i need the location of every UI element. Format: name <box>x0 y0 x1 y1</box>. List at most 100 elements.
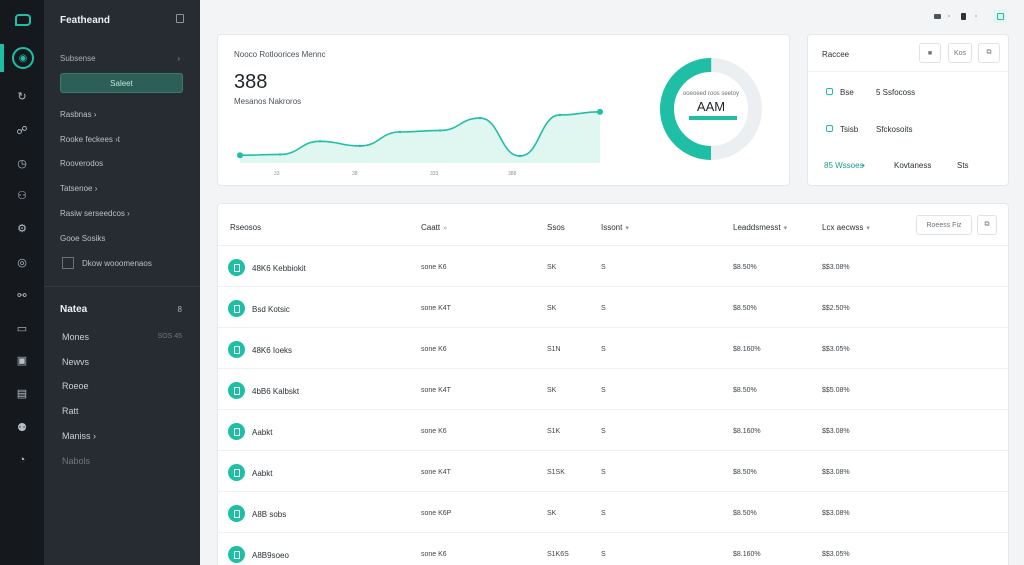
cell-a: $8.160% <box>733 346 761 353</box>
chart-area <box>240 111 600 163</box>
cell-a: $8.50% <box>733 387 757 394</box>
cell-status: S <box>601 305 606 312</box>
item-avatar-icon <box>228 505 245 522</box>
chart-icon[interactable]: ◔ <box>14 452 30 468</box>
cell-a: $8.160% <box>733 428 761 435</box>
cell-b: $$5.08% <box>822 387 850 394</box>
chevron-right-icon[interactable]: › <box>177 54 180 63</box>
side-row-label: Tsisb <box>840 125 859 134</box>
column-header[interactable]: Lcx aecwss ▾ <box>822 223 870 232</box>
sidebar-subitem[interactable]: Roeoe <box>62 381 89 391</box>
chart-point <box>237 152 243 159</box>
cell-b: $$3.08% <box>822 510 850 517</box>
column-header[interactable]: Caatt» <box>421 223 447 232</box>
sidebar-subitem-meta: SOS 45 <box>157 333 182 340</box>
side-row-label: Bse <box>840 88 854 97</box>
column-header[interactable]: Issont ▾ <box>601 223 629 232</box>
cell-b: $$2.50% <box>822 305 850 312</box>
cell-b: $$3.08% <box>822 428 850 435</box>
divider <box>808 71 1008 72</box>
table-card: Rseosos Caatt» Ssos Issont ▾ Leaddsmesst ▾… <box>217 203 1009 565</box>
profile-icon[interactable] <box>993 9 1007 23</box>
separator-dot <box>975 15 977 17</box>
side-card-button[interactable]: Kos <box>948 43 972 63</box>
phone-icon[interactable] <box>956 9 970 23</box>
cell-a: $8.50% <box>733 510 757 517</box>
cell-status: S <box>601 346 606 353</box>
cell-size: S1K6S <box>547 551 569 558</box>
sidebar-subitem[interactable]: Ratt <box>62 406 79 416</box>
card-icon[interactable]: ▭ <box>14 320 30 336</box>
cell-date: sone K6 <box>421 428 447 435</box>
table-row[interactable]: 48K6 Kebbiokit sone K6 SK S $8.50% $$3.08% <box>218 246 1008 287</box>
side-card-title: Raccee <box>822 50 850 59</box>
table-row[interactable]: Bsd Kotsic sone K4T SK S $8.50% $$2.50% <box>218 287 1008 328</box>
item-avatar-icon <box>228 423 245 440</box>
chart-point <box>358 144 362 148</box>
column-header[interactable]: Ssos <box>547 223 565 232</box>
sidebar-item[interactable]: Tatsenoe › <box>60 184 97 193</box>
stop-button[interactable]: ■ <box>919 43 941 63</box>
item-avatar-icon <box>228 300 245 317</box>
table-row[interactable]: A8B sobs sone K6P SK S $8.50% $$3.08% <box>218 492 1008 533</box>
wallet-icon[interactable]: ▤ <box>14 385 30 401</box>
column-header[interactable]: Leaddsmesst ▾ <box>733 223 787 232</box>
cell-size: S1N <box>547 346 561 353</box>
team-icon[interactable]: ⚉ <box>14 419 30 435</box>
refresh-icon[interactable]: ↻ <box>14 88 30 104</box>
sidebar-item[interactable]: Rasbnas › <box>60 110 96 119</box>
cell-b: $$3.05% <box>822 346 850 353</box>
camera-icon[interactable] <box>930 9 944 23</box>
sidebar-item[interactable]: Rasiw serseedcos › <box>60 209 130 218</box>
column-header[interactable]: Rseosos <box>230 223 261 232</box>
side-row-value: 5 Ssfocoss <box>876 88 916 97</box>
side-footer-link[interactable]: 85 Wssoes <box>824 161 864 170</box>
cell-size: SK <box>547 510 557 517</box>
clock-icon[interactable]: ◷ <box>14 155 30 171</box>
table-row[interactable]: Aabkt sone K4T S1SK S $8.50% $$3.08% <box>218 451 1008 492</box>
cell-a: $8.50% <box>733 305 757 312</box>
status-icon <box>826 88 833 95</box>
item-avatar-icon <box>228 341 245 358</box>
sidebar-subitem[interactable]: Mones <box>62 332 89 342</box>
sidebar-item-boxed[interactable]: Dkow wooomenaos <box>60 257 152 269</box>
table-row[interactable]: Aabkt sone K6 S1K S $8.160% $$3.08% <box>218 410 1008 451</box>
cell-name: A8B9soeo <box>252 551 289 560</box>
sidebar-item[interactable]: Rooverodos <box>60 159 103 168</box>
share-icon[interactable]: ⚯ <box>14 287 30 303</box>
sidebar-subitem[interactable]: Newvs <box>62 357 89 367</box>
people-icon[interactable]: ⚇ <box>14 187 30 203</box>
sidebar-title: Featheand <box>60 15 111 26</box>
sidebar-item[interactable]: Rooke feckees ›t <box>60 135 120 144</box>
cell-b: $$3.05% <box>822 551 850 558</box>
x-tick-label: 388 <box>508 171 517 177</box>
sidebar-subitem[interactable]: Nabols <box>62 456 90 466</box>
sidebar-subitem[interactable]: Maniss › <box>62 431 96 441</box>
dashboard-icon[interactable]: ◉ <box>12 47 34 69</box>
export-icon[interactable]: ⧉ <box>977 215 997 235</box>
sidebar-primary-button[interactable]: Saleet <box>60 73 183 93</box>
x-tick-label: 33 <box>274 171 280 177</box>
settings-icon[interactable]: ⚙ <box>14 220 30 236</box>
chart-point <box>518 154 522 158</box>
collapse-icon[interactable] <box>176 14 184 23</box>
cell-name: 4bB6 Kalbskt <box>252 387 300 396</box>
chart-point <box>597 108 603 115</box>
sidebar-item-label: Dkow wooomenaos <box>82 259 152 268</box>
users-icon[interactable]: ☍ <box>14 122 30 138</box>
cell-b: $$3.08% <box>822 469 850 476</box>
logo-icon[interactable] <box>15 14 31 26</box>
area-chart: 33 38 333 388 <box>237 108 603 177</box>
globe-icon[interactable]: ◎ <box>14 254 30 270</box>
window-icon[interactable]: ▣ <box>14 352 30 368</box>
filter-button[interactable]: Roeess Fiz <box>916 215 972 235</box>
table-row[interactable]: 48K6 Ioeks sone K6 S1N S $8.160% $$3.05% <box>218 328 1008 369</box>
side-card: Raccee ■ Kos ⧉ Bse 5 Ssfocoss Tsisb Sfck… <box>807 34 1009 186</box>
table-row[interactable]: 4bB6 Kalbskt sone K4T SK S $8.50% $$5.08% <box>218 369 1008 410</box>
table-row[interactable]: A8B9soeo sone K6 S1K6S S $8.160% $$3.05% <box>218 533 1008 565</box>
metric-value: 388 <box>234 71 268 93</box>
cell-status: S <box>601 510 606 517</box>
sidebar-item[interactable]: Gooe Sosiks <box>60 234 105 243</box>
cell-name: 48K6 Kebbiokit <box>252 264 306 273</box>
copy-icon[interactable]: ⧉ <box>978 43 1000 63</box>
